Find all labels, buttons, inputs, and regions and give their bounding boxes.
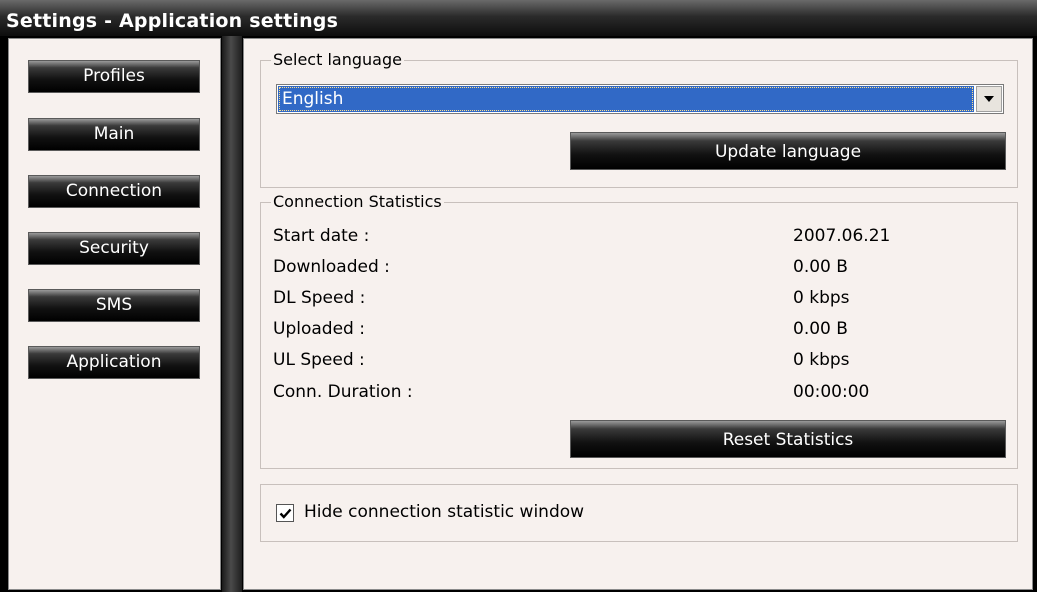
- statistics-group-label: Connection Statistics: [271, 192, 444, 211]
- uploaded-value: 0.00 B: [793, 319, 848, 339]
- checkmark-icon: [279, 508, 291, 519]
- conn-duration-value: 00:00:00: [793, 382, 870, 402]
- splitter[interactable]: [222, 36, 242, 592]
- sidebar: Profiles Main Connection Security SMS Ap…: [8, 38, 221, 590]
- language-select-value: English: [278, 86, 974, 112]
- nav-main-button[interactable]: Main: [28, 118, 200, 151]
- dl-speed-value: 0 kbps: [793, 288, 850, 308]
- nav-application-button[interactable]: Application: [28, 346, 200, 379]
- language-select[interactable]: English: [276, 84, 1004, 114]
- language-group-label: Select language: [271, 50, 404, 69]
- settings-panel: Select language English Update language …: [243, 38, 1033, 590]
- nav-profiles-button[interactable]: Profiles: [28, 60, 200, 93]
- dl-speed-label: DL Speed :: [273, 288, 366, 308]
- start-date-label: Start date :: [273, 226, 370, 246]
- window-title: Settings - Application settings: [6, 10, 339, 32]
- reset-statistics-button[interactable]: Reset Statistics: [570, 420, 1006, 458]
- ul-speed-label: UL Speed :: [273, 350, 365, 370]
- uploaded-label: Uploaded :: [273, 319, 365, 339]
- hide-stats-label[interactable]: Hide connection statistic window: [304, 502, 584, 522]
- nav-security-button[interactable]: Security: [28, 232, 200, 265]
- nav-connection-button[interactable]: Connection: [28, 175, 200, 208]
- nav-sms-button[interactable]: SMS: [28, 289, 200, 322]
- downloaded-value: 0.00 B: [793, 257, 848, 277]
- ul-speed-value: 0 kbps: [793, 350, 850, 370]
- title-bar: Settings - Application settings: [0, 0, 1037, 36]
- downloaded-label: Downloaded :: [273, 257, 390, 277]
- update-language-button[interactable]: Update language: [570, 132, 1006, 170]
- chevron-down-icon[interactable]: [976, 86, 1002, 112]
- hide-stats-checkbox[interactable]: [276, 504, 294, 522]
- conn-duration-label: Conn. Duration :: [273, 382, 413, 402]
- start-date-value: 2007.06.21: [793, 226, 891, 246]
